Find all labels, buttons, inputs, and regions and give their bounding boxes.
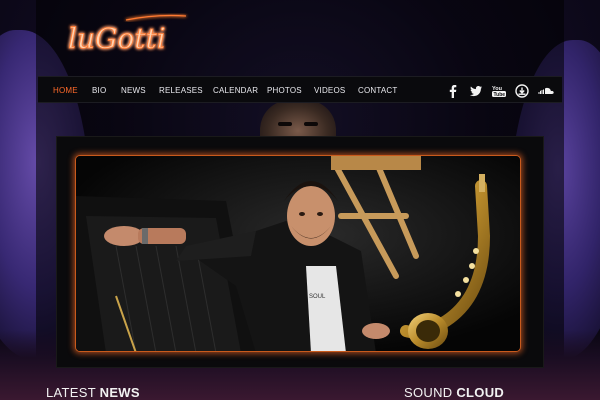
facebook-icon[interactable] bbox=[446, 84, 460, 98]
soundcloud-icon[interactable] bbox=[538, 84, 554, 98]
sound-cloud-heading-bold: CLOUD bbox=[456, 385, 505, 400]
latest-news-heading-bold: NEWS bbox=[99, 385, 140, 400]
main-navigation: HOME BIO NEWS RELEASES CALENDAR PHOTOS V… bbox=[38, 76, 562, 103]
logo-text: luGotti bbox=[68, 22, 166, 55]
svg-text:Tube: Tube bbox=[494, 92, 506, 98]
nav-item-news[interactable]: NEWS bbox=[121, 77, 146, 104]
site-logo[interactable]: luGotti bbox=[66, 12, 190, 60]
music-download-icon[interactable] bbox=[515, 83, 529, 98]
nav-item-photos[interactable]: PHOTOS bbox=[267, 77, 302, 104]
nav-item-calendar[interactable]: CALENDAR bbox=[213, 77, 258, 104]
social-links: You Tube bbox=[446, 77, 554, 104]
sound-cloud-heading-thin: SOUND bbox=[404, 385, 457, 400]
twitter-icon[interactable] bbox=[469, 84, 483, 98]
nav-item-releases[interactable]: RELEASES bbox=[159, 77, 203, 104]
youtube-icon[interactable]: You Tube bbox=[492, 84, 506, 98]
nav-item-bio[interactable]: BIO bbox=[92, 77, 106, 104]
nav-item-home[interactable]: HOME bbox=[53, 77, 78, 104]
featured-photo-image: SOUL bbox=[76, 156, 520, 351]
latest-news-heading: LATEST NEWS bbox=[46, 385, 140, 400]
latest-news-heading-thin: LATEST bbox=[46, 385, 100, 400]
svg-text:SOUL: SOUL bbox=[309, 294, 326, 300]
nav-item-videos[interactable]: VIDEOS bbox=[314, 77, 345, 104]
featured-photo[interactable]: SOUL bbox=[75, 155, 521, 352]
nav-item-contact[interactable]: CONTACT bbox=[358, 77, 397, 104]
logo-neon-script: luGotti bbox=[68, 14, 187, 55]
sound-cloud-heading: SOUND CLOUD bbox=[404, 385, 504, 400]
